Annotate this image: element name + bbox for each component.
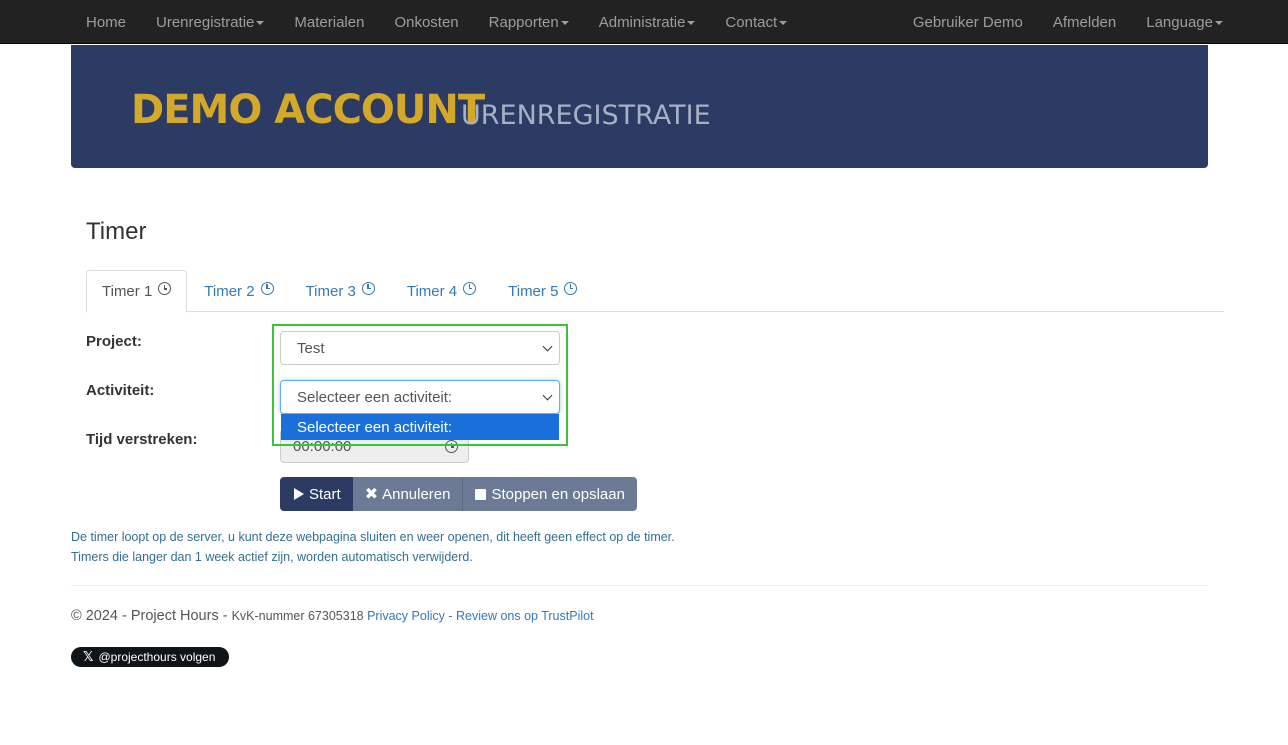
nav-item-label: Materialen bbox=[294, 13, 365, 31]
nav-left-group: Home Urenregistratie Materialen Onkosten Rap… bbox=[71, 0, 802, 44]
activity-select-value: Selecteer een activiteit: bbox=[297, 388, 453, 406]
banner-title: DEMO ACCOUNT bbox=[131, 87, 485, 133]
footer-separator: - bbox=[444, 609, 456, 623]
cancel-button[interactable]: ✖ Annuleren bbox=[352, 477, 463, 511]
tab-label: Timer 1 bbox=[102, 283, 153, 300]
nav-item-label: Urenregistratie bbox=[156, 13, 255, 31]
tab-label: Timer 2 bbox=[204, 282, 255, 300]
footer: © 2024 - Project Hours - KvK-nummer 6730… bbox=[71, 608, 594, 624]
tab-timer-4[interactable]: Timer 4 bbox=[392, 270, 491, 312]
caret-down-icon bbox=[1215, 21, 1223, 25]
time-elapsed-value: 00:00:00 bbox=[293, 437, 352, 455]
caret-down-icon bbox=[560, 21, 569, 25]
nav-item-onkosten[interactable]: Onkosten bbox=[379, 0, 473, 44]
nav-item-afmelden[interactable]: Afmelden bbox=[1038, 0, 1131, 44]
nav-item-language[interactable]: Language bbox=[1131, 0, 1238, 44]
top-navbar: Home Urenregistratie Materialen Onkosten Rap… bbox=[0, 0, 1288, 44]
clock-icon bbox=[564, 281, 578, 295]
time-elapsed-label: Tijd verstreken: bbox=[86, 431, 198, 448]
nav-item-rapporten[interactable]: Rapporten bbox=[474, 0, 584, 44]
nav-item-urenregistratie[interactable]: Urenregistratie bbox=[141, 0, 279, 44]
activity-label: Activiteit: bbox=[86, 382, 155, 399]
x-logo-icon: 𝕏 bbox=[83, 649, 94, 664]
nav-item-gebruiker-demo[interactable]: Gebruiker Demo bbox=[898, 0, 1038, 44]
nav-right-group: Gebruiker Demo Afmelden Language bbox=[898, 0, 1238, 44]
caret-down-icon bbox=[779, 21, 788, 25]
chevron-down-icon bbox=[542, 341, 553, 352]
tab-timer-3[interactable]: Timer 3 bbox=[291, 270, 390, 312]
nav-item-administratie[interactable]: Administratie bbox=[584, 0, 711, 44]
nav-item-materialen[interactable]: Materialen bbox=[279, 0, 379, 44]
tab-timer-1[interactable]: Timer 1 bbox=[86, 270, 188, 313]
caret-down-icon bbox=[256, 21, 265, 25]
x-follow-button[interactable]: 𝕏 @projecthours volgen bbox=[71, 647, 229, 667]
footer-copyright: © 2024 - Project Hours - bbox=[71, 608, 232, 624]
nav-item-label: Onkosten bbox=[394, 13, 459, 31]
banner-subtitle: URENREGISTRATIE bbox=[461, 100, 711, 131]
stop-icon bbox=[475, 488, 487, 500]
stop-save-button[interactable]: Stoppen en opslaan bbox=[462, 477, 637, 511]
activity-dropdown-option[interactable]: Selecteer een activiteit: bbox=[281, 414, 559, 440]
nav-item-label: Home bbox=[86, 13, 127, 31]
close-icon: ✖ bbox=[364, 486, 379, 503]
start-button[interactable]: Start bbox=[280, 477, 353, 511]
tab-timer-2[interactable]: Timer 2 bbox=[189, 270, 288, 312]
project-select-value: Test bbox=[297, 339, 325, 357]
project-label: Project: bbox=[86, 333, 142, 350]
nav-item-contact[interactable]: Contact bbox=[710, 0, 802, 44]
clock-icon bbox=[361, 281, 375, 295]
clock-icon bbox=[260, 281, 274, 295]
header-banner: DEMO ACCOUNT URENREGISTRATIE bbox=[71, 45, 1208, 168]
privacy-policy-link[interactable]: Privacy Policy bbox=[367, 609, 445, 623]
timer-tabs: Timer 1 Timer 2 Timer 3 Timer 4 Timer 5 bbox=[86, 270, 1224, 313]
clock-icon bbox=[463, 281, 477, 295]
nav-item-label: Gebruiker Demo bbox=[912, 13, 1023, 31]
tab-label: Timer 4 bbox=[406, 282, 458, 300]
nav-item-label: Afmelden bbox=[1052, 13, 1117, 31]
chevron-down-icon bbox=[542, 390, 553, 401]
page-title: Timer bbox=[86, 218, 147, 245]
footer-kvk: KvK-nummer 67305318 bbox=[231, 609, 368, 623]
clock-icon bbox=[445, 440, 458, 453]
start-button-label: Start bbox=[309, 485, 341, 503]
nav-item-home[interactable]: Home bbox=[71, 0, 141, 44]
footer-divider bbox=[71, 585, 1208, 586]
stop-save-button-label: Stoppen en opslaan bbox=[491, 485, 625, 503]
nav-item-label: Language bbox=[1146, 13, 1213, 31]
nav-item-label: Contact bbox=[725, 13, 778, 31]
tab-timer-5[interactable]: Timer 5 bbox=[493, 270, 592, 312]
timer-button-group: Start ✖ Annuleren Stoppen en opslaan bbox=[280, 477, 637, 511]
clock-icon bbox=[158, 282, 172, 295]
nav-item-label: Rapporten bbox=[488, 13, 559, 31]
tab-label: Timer 5 bbox=[508, 282, 559, 300]
tab-label: Timer 3 bbox=[305, 282, 356, 300]
play-icon bbox=[294, 488, 304, 500]
nav-item-label: Administratie bbox=[598, 13, 686, 31]
x-follow-label: @projecthours volgen bbox=[98, 650, 216, 664]
info-text-line2: Timers die langer dan 1 week actief zijn… bbox=[71, 550, 473, 564]
caret-down-icon bbox=[687, 21, 696, 25]
info-text-line1: De timer loopt op de server, u kunt deze… bbox=[71, 530, 675, 544]
cancel-button-label: Annuleren bbox=[382, 485, 451, 503]
project-select[interactable]: Test bbox=[280, 331, 560, 365]
activity-select[interactable]: Selecteer een activiteit: bbox=[280, 380, 560, 414]
trustpilot-review-link[interactable]: Review ons op TrustPilot bbox=[456, 609, 594, 623]
